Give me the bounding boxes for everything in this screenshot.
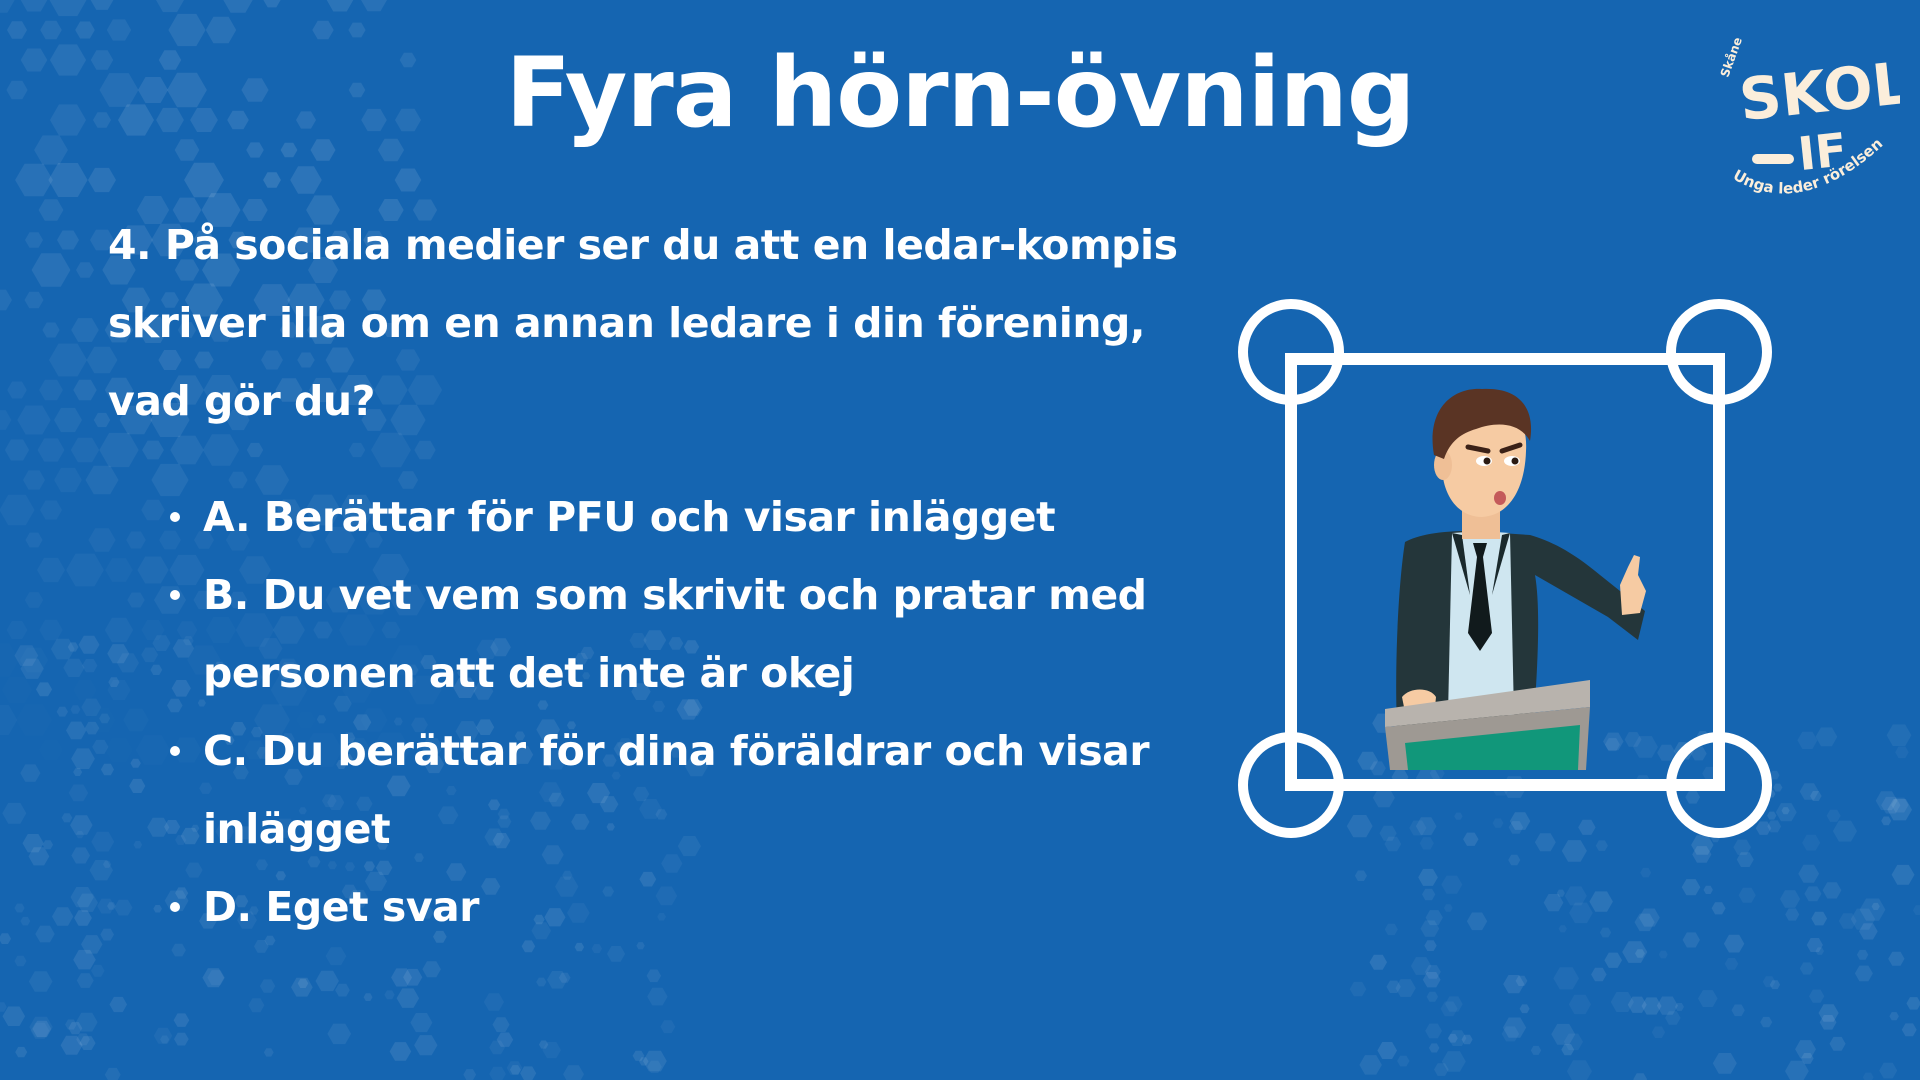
skolif-logo: Skåne SKOL IF Unga leder rörelsen <box>1718 35 1900 197</box>
answer-option-d: D. Eget svar <box>0 868 1173 946</box>
answer-label: A. Berättar för PFU och visar inlägget <box>203 493 1056 541</box>
answer-label: C. Du berättar för dina föräldrar och vi… <box>203 727 1150 853</box>
bullet-icon <box>170 902 180 912</box>
four-corners-illustration <box>1238 299 1772 838</box>
answer-option-a: A. Berättar för PFU och visar inlägget <box>0 478 1173 556</box>
page-title: Fyra hörn-övning <box>505 37 1415 149</box>
answer-label: B. Du vet vem som skrivit och pratar med… <box>203 571 1147 697</box>
svg-text:SKOL: SKOL <box>1736 49 1900 134</box>
answer-option-c: C. Du berättar för dina föräldrar och vi… <box>0 712 1173 868</box>
question-text: 4. På sociala medier ser du att en ledar… <box>108 221 1178 425</box>
answer-list: A. Berättar för PFU och visar inlägget B… <box>0 478 1200 946</box>
man-at-podium-icon <box>1385 388 1646 770</box>
bullet-icon <box>170 590 180 600</box>
bullet-icon <box>170 746 180 756</box>
bullet-icon <box>170 512 180 522</box>
answer-option-b: B. Du vet vem som skrivit och pratar med… <box>0 556 1173 712</box>
answer-label: D. Eget svar <box>203 883 479 931</box>
